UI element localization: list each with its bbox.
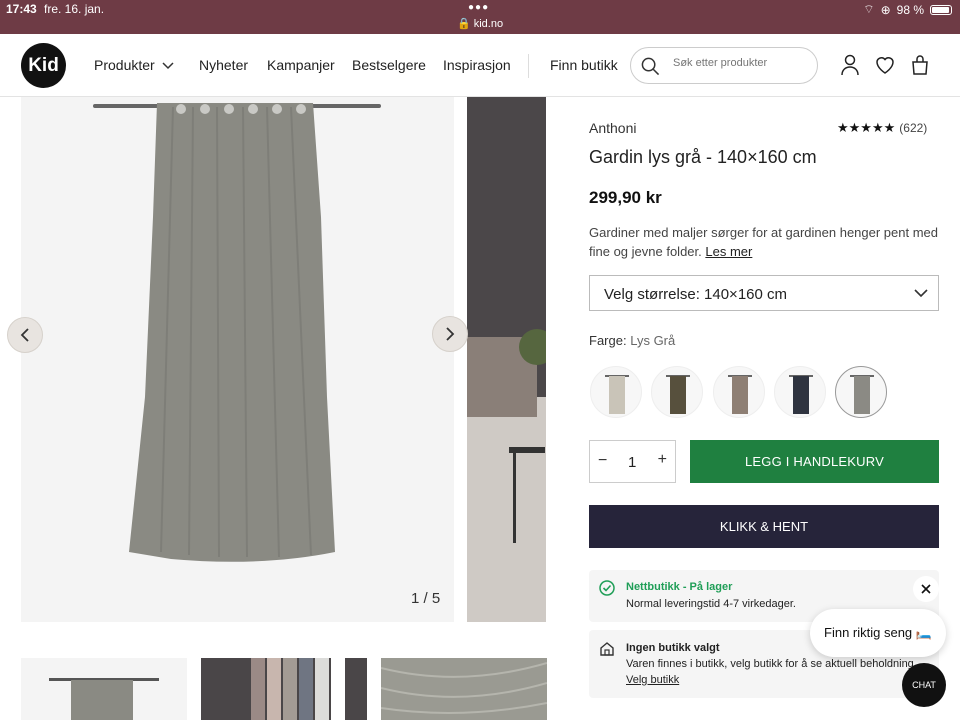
swatch-curtain-image — [728, 375, 752, 414]
status-bar: 17:43 fre. 16. jan. ●●● 🔒 kid.no ⌔ ⊕ 98 … — [0, 0, 960, 34]
close-icon — [921, 584, 931, 594]
chevron-left-icon — [20, 328, 29, 342]
address-bar[interactable]: 🔒 kid.no — [0, 17, 960, 30]
battery-percent: 98 % — [896, 2, 924, 17]
thumbnail-1[interactable] — [21, 658, 187, 720]
chat-button[interactable]: CHAT — [902, 663, 946, 707]
url-text: kid.no — [473, 18, 504, 30]
chevron-right-icon — [446, 327, 455, 341]
product-image-next[interactable] — [467, 97, 546, 622]
stock-status: Nettbutikk - På lager — [626, 581, 733, 593]
product-image-main[interactable]: 1 / 5 — [21, 97, 454, 622]
quantity-value[interactable]: 1 — [628, 454, 636, 471]
heart-icon[interactable] — [873, 53, 897, 77]
thumbnail-2[interactable] — [201, 658, 367, 720]
color-label: Farge: Lys Grå — [589, 333, 675, 348]
store-status: Ingen butikk valgt — [626, 642, 720, 654]
prev-image-button[interactable] — [7, 317, 43, 353]
swatch-darkblue[interactable] — [774, 366, 826, 418]
click-and-collect-button[interactable]: KLIKK & HENT — [589, 505, 939, 548]
quantity-stepper: − 1 + — [589, 440, 676, 483]
color-label-text: Farge: — [589, 333, 627, 348]
nav-finn-butikk[interactable]: Finn butikk — [550, 57, 618, 73]
thumbnail-3[interactable] — [381, 658, 547, 720]
swatch-light-grey[interactable] — [835, 366, 887, 418]
nav-nyheter[interactable]: Nyheter — [199, 57, 248, 73]
kid-logo[interactable]: Kid — [21, 43, 66, 88]
product-rating[interactable]: ★★★★★ (622) — [837, 120, 927, 136]
room-image — [467, 97, 546, 622]
product-title: Gardin lys grå - 140×160 cm — [589, 147, 817, 167]
user-icon[interactable] — [838, 53, 862, 77]
nav-kampanjer[interactable]: Kampanjer — [267, 57, 335, 73]
image-counter: 1 / 5 — [411, 590, 441, 607]
check-circle-icon — [599, 580, 615, 596]
swatch-curtain-image — [789, 375, 813, 414]
curtain-image — [93, 103, 381, 562]
nav-divider — [528, 54, 529, 78]
size-select[interactable]: Velg størrelse: 140×160 cm — [589, 275, 939, 311]
orientation-lock-icon: ⊕ — [880, 2, 891, 17]
close-popup-button[interactable] — [913, 576, 939, 602]
thumbnail-fabric-image — [381, 662, 547, 714]
search-icon — [641, 57, 660, 76]
wifi-icon: ⌔ — [863, 2, 875, 16]
site-header: Kid Produkter Nyheter Kampanjer Bestselg… — [0, 34, 960, 97]
swatch-taupe[interactable] — [713, 366, 765, 418]
store-info-text: Varen finnes i butikk, velg butikk for å… — [626, 658, 914, 670]
find-bed-popup[interactable]: Finn riktig seng 🛏️ — [810, 609, 946, 657]
next-image-button[interactable] — [432, 316, 468, 352]
chevron-down-icon[interactable] — [162, 62, 174, 70]
description-text: Gardiner med maljer sørger for at gardin… — [589, 225, 939, 259]
battery-icon — [930, 4, 952, 15]
swatch-curtain-image — [666, 375, 690, 414]
choose-store-link[interactable]: Velg butikk — [626, 674, 679, 686]
delivery-time: Normal leveringstid 4-7 virkedager. — [626, 598, 796, 610]
status-time: 17:43 — [6, 2, 37, 16]
nav-bestselgere[interactable]: Bestselgere — [352, 57, 426, 73]
product-description: Gardiner med maljer sørger for at gardin… — [589, 223, 945, 261]
quantity-plus-button[interactable]: + — [658, 451, 667, 469]
size-select-value: Velg størrelse: 140×160 cm — [604, 286, 788, 303]
quantity-minus-button[interactable]: − — [598, 452, 607, 470]
search-box[interactable] — [630, 47, 818, 84]
chevron-down-icon — [914, 289, 928, 298]
swatch-olive[interactable] — [651, 366, 703, 418]
swatch-curtain-image — [850, 375, 874, 414]
nav-produkter[interactable]: Produkter — [94, 57, 155, 73]
status-date: fre. 16. jan. — [44, 2, 105, 16]
swatch-beige[interactable] — [590, 366, 642, 418]
multitask-dots[interactable]: ●●● — [468, 2, 489, 13]
store-icon — [600, 642, 614, 656]
rating-count: (622) — [899, 121, 928, 135]
read-more-link[interactable]: Les mer — [705, 244, 752, 259]
color-value: Lys Grå — [630, 333, 676, 348]
thumbnail-colors-image — [251, 658, 345, 720]
star-rating-icon: ★★★★★ — [837, 120, 896, 135]
product-brand[interactable]: Anthoni — [589, 120, 636, 136]
thumbnail-curtain-image — [49, 678, 159, 720]
nav-inspirasjon[interactable]: Inspirasjon — [443, 57, 511, 73]
product-price: 299,90 kr — [589, 188, 662, 207]
search-input[interactable] — [673, 57, 813, 69]
swatch-curtain-image — [605, 375, 629, 414]
status-icons: ⌔ ⊕ 98 % — [863, 2, 952, 17]
add-to-cart-button[interactable]: LEGG I HANDLEKURV — [690, 440, 939, 483]
bag-icon[interactable] — [908, 53, 932, 77]
